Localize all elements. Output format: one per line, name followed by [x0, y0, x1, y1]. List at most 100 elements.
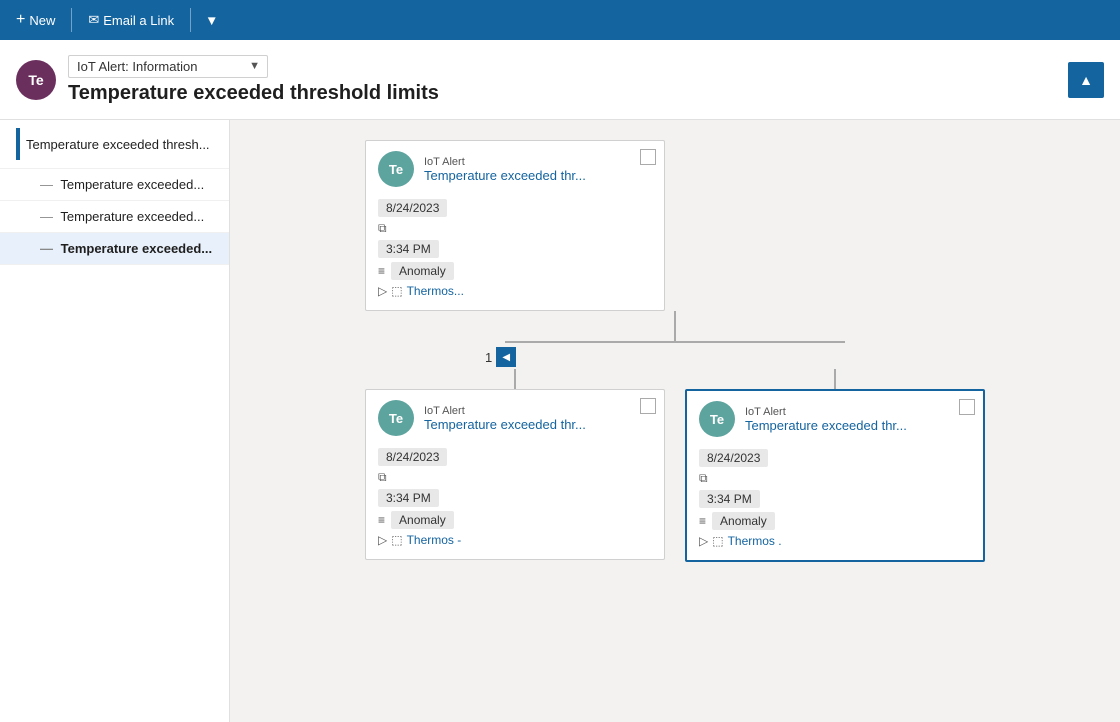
- root-card-link[interactable]: Thermos...: [407, 284, 464, 298]
- child2-time-row: 3:34 PM: [699, 488, 971, 510]
- child2-link[interactable]: Thermos .: [728, 534, 782, 548]
- root-card-avatar: Te: [378, 151, 414, 187]
- dash-icon-3: —: [40, 209, 53, 224]
- child2-forward-icon: ▷: [699, 534, 708, 548]
- child1-time: 3:34 PM: [378, 489, 439, 507]
- child1-date: 8/24/2023: [378, 448, 447, 466]
- alert-type-select[interactable]: IoT Alert: Information: [68, 55, 268, 78]
- dash-icon-2: —: [40, 177, 53, 192]
- sidebar-item-2[interactable]: — Temperature exceeded...: [0, 169, 229, 201]
- child1-card-info: IoT Alert Temperature exceeded thr...: [424, 405, 586, 432]
- email-link-button[interactable]: ✉ Email a Link: [80, 8, 182, 32]
- sidebar: Temperature exceeded thresh... — Tempera…: [0, 120, 230, 722]
- root-card-footer: ▷ ⬚ Thermos...: [378, 282, 652, 300]
- root-card-info: IoT Alert Temperature exceeded thr...: [424, 156, 586, 183]
- child2-date-row: 8/24/2023: [699, 447, 971, 469]
- child1-card-avatar: Te: [378, 400, 414, 436]
- child2-date: 8/24/2023: [699, 449, 768, 467]
- child1-tag: Anomaly: [391, 511, 454, 529]
- avatar: Te: [16, 60, 56, 100]
- child2-card-body: 8/24/2023 ⧉ 3:34 PM ≡ Anomaly: [687, 443, 983, 560]
- toolbar: + New ✉ Email a Link ▼: [0, 0, 1120, 40]
- child2-card-info: IoT Alert Temperature exceeded thr...: [745, 406, 907, 433]
- root-card-body: 8/24/2023 ⧉ 3:34 PM ≡ Anomaly ▷ ⬚: [366, 193, 664, 310]
- forward-icon: ▷: [378, 284, 387, 298]
- child1-card-type: IoT Alert: [424, 405, 586, 417]
- child2-card-avatar: Te: [699, 401, 735, 437]
- sidebar-item-3-label: Temperature exceeded...: [60, 209, 204, 224]
- header-right: IoT Alert: Information ▼ Temperature exc…: [68, 55, 1104, 105]
- root-card-checkbox[interactable]: [640, 149, 656, 165]
- root-card-copy-row: ⧉: [378, 219, 652, 238]
- chevron-down-icon: ▼: [205, 13, 218, 28]
- child1-connector: Te IoT Alert Temperature exceeded thr...…: [365, 369, 665, 562]
- main-layout: Temperature exceeded thresh... — Tempera…: [0, 120, 1120, 722]
- email-icon: ✉: [88, 12, 99, 28]
- child2-device-icon: ⬚: [712, 534, 723, 548]
- child2-tag: Anomaly: [712, 512, 775, 530]
- child1-card-name[interactable]: Temperature exceeded thr...: [424, 417, 586, 432]
- sidebar-item-1[interactable]: Temperature exceeded thresh...: [0, 120, 229, 169]
- child2-footer: ▷ ⬚ Thermos .: [699, 532, 971, 550]
- child1-date-row: 8/24/2023: [378, 446, 652, 468]
- child2-card-checkbox[interactable]: [959, 399, 975, 415]
- child1-tag-icon: ≡: [378, 513, 385, 527]
- toolbar-dropdown-button[interactable]: ▼: [199, 9, 224, 32]
- root-card-tag: Anomaly: [391, 262, 454, 280]
- child1-copy-row: ⧉: [378, 468, 652, 487]
- root-card-date-row: 8/24/2023: [378, 197, 652, 219]
- sidebar-item-1-label: Temperature exceeded thresh...: [26, 137, 210, 152]
- email-label: Email a Link: [103, 13, 174, 28]
- child1-time-row: 3:34 PM: [378, 487, 652, 509]
- sidebar-item-4-label: Temperature exceeded...: [61, 241, 213, 256]
- child2-card-name[interactable]: Temperature exceeded thr...: [745, 418, 907, 433]
- child2-card-header: Te IoT Alert Temperature exceeded thr...: [687, 391, 983, 443]
- collapse-button[interactable]: ▲: [1068, 62, 1104, 98]
- child1-card-header: Te IoT Alert Temperature exceeded thr...: [366, 390, 664, 442]
- sidebar-item-2-label: Temperature exceeded...: [60, 177, 204, 192]
- child1-device-icon: ⬚: [391, 533, 402, 547]
- header: Te IoT Alert: Information ▼ Temperature …: [0, 40, 1120, 120]
- child2-connector: Te IoT Alert Temperature exceeded thr...…: [685, 369, 985, 562]
- root-card-tag-row: ≡ Anomaly: [378, 260, 652, 282]
- child1-forward-icon: ▷: [378, 533, 387, 547]
- child2-copy-icon: ⧉: [699, 471, 708, 486]
- child1-v-top: [514, 369, 516, 389]
- h-connector-bar: [505, 341, 845, 343]
- new-label: New: [29, 13, 55, 28]
- root-card-header: Te IoT Alert Temperature exceeded thr...: [366, 141, 664, 193]
- pagination-number: 1: [485, 350, 492, 365]
- root-v-connector: [674, 311, 676, 341]
- child2-tag-icon: ≡: [699, 514, 706, 528]
- child1-link[interactable]: Thermos -: [407, 533, 462, 547]
- content-area: Te IoT Alert Temperature exceeded thr...…: [230, 120, 1120, 722]
- child2-card-type: IoT Alert: [745, 406, 907, 418]
- toolbar-divider-1: [71, 8, 72, 32]
- pagination-back-icon: ◀: [502, 352, 510, 363]
- child1-card-checkbox[interactable]: [640, 398, 656, 414]
- child2-v-top: [834, 369, 836, 389]
- collapse-icon: ▲: [1079, 72, 1093, 88]
- children-row: Te IoT Alert Temperature exceeded thr...…: [365, 369, 985, 562]
- child1-footer: ▷ ⬚ Thermos -: [378, 531, 652, 549]
- root-card: Te IoT Alert Temperature exceeded thr...…: [365, 140, 665, 311]
- child2-tag-row: ≡ Anomaly: [699, 510, 971, 532]
- root-card-type: IoT Alert: [424, 156, 586, 168]
- child2-card: Te IoT Alert Temperature exceeded thr...…: [685, 389, 985, 562]
- sidebar-item-3[interactable]: — Temperature exceeded...: [0, 201, 229, 233]
- dash-icon-4: —: [40, 241, 53, 256]
- child2-time: 3:34 PM: [699, 490, 760, 508]
- child1-card: Te IoT Alert Temperature exceeded thr...…: [365, 389, 665, 560]
- toolbar-divider-2: [190, 8, 191, 32]
- page-title: Temperature exceeded threshold limits: [68, 82, 1104, 105]
- child1-card-body: 8/24/2023 ⧉ 3:34 PM ≡ Anomaly: [366, 442, 664, 559]
- root-card-time: 3:34 PM: [378, 240, 439, 258]
- new-button[interactable]: + New: [8, 7, 63, 33]
- root-card-time-row: 3:34 PM: [378, 238, 652, 260]
- pagination-back-button[interactable]: ◀: [496, 347, 516, 367]
- sidebar-item-4[interactable]: — Temperature exceeded...: [0, 233, 229, 265]
- root-card-date: 8/24/2023: [378, 199, 447, 217]
- active-bar: [16, 128, 20, 160]
- root-card-name[interactable]: Temperature exceeded thr...: [424, 168, 586, 183]
- tag-icon: ≡: [378, 264, 385, 278]
